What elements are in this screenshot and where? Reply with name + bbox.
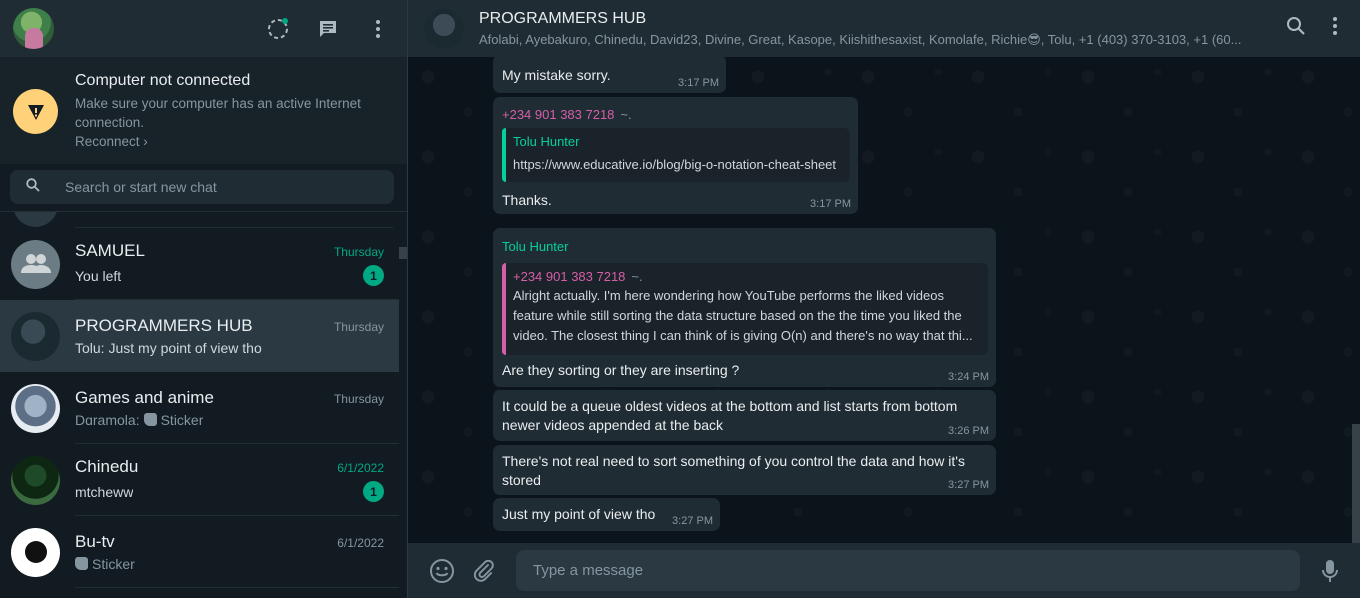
message-text: Thanks. (502, 192, 552, 208)
search-input[interactable] (65, 179, 355, 195)
chat-time: Thursday (333, 245, 384, 259)
message-bubble: It could be a queue oldest videos at the… (493, 390, 996, 441)
conversation-title: PROGRAMMERS HUB (479, 9, 647, 27)
quoted-message[interactable]: Tolu Hunter https://www.educative.io/blo… (502, 128, 850, 182)
reconnect-link[interactable]: Reconnect › (75, 132, 375, 151)
chat-avatar (11, 455, 60, 505)
chat-name: Games and anime (75, 387, 214, 407)
message-input-box[interactable] (516, 550, 1300, 591)
message-input[interactable] (533, 562, 1300, 579)
chat-list-scrollbar[interactable] (399, 247, 407, 259)
search-icon (26, 177, 40, 197)
menu-icon[interactable] (365, 16, 391, 42)
whatsapp-app: Computer not connected Make sure your co… (0, 0, 1360, 598)
message-text-line: stored (502, 472, 541, 488)
chat-list-pane: Computer not connected Make sure your co… (0, 0, 408, 598)
quote-author: Tolu Hunter (513, 134, 580, 149)
chat-list-partial-row (0, 212, 407, 228)
chat-avatar (11, 311, 60, 361)
message-time: 3:27 PM (672, 515, 713, 527)
preview-sender: Dɑramola: (75, 411, 140, 428)
search-box[interactable] (10, 170, 394, 204)
chat-time: 6/1/2022 (337, 461, 384, 475)
message-text-line: It could be a queue oldest videos at the… (502, 398, 958, 414)
quote-author: +234 901 383 7218 (513, 269, 626, 284)
chat-preview: Sticker (75, 556, 135, 572)
unread-badge: 1 (363, 481, 384, 502)
message-time: 3:26 PM (948, 425, 989, 437)
search-bar (0, 164, 407, 212)
chat-name: SAMUEL (75, 241, 145, 260)
message-sender: Tolu Hunter (502, 239, 569, 254)
chat-avatar (11, 383, 60, 433)
message-time: 3:24 PM (948, 371, 989, 383)
quote-text-line: Alright actually. I'm here wondering how… (513, 288, 944, 303)
chat-avatar (11, 527, 60, 577)
conversation-header[interactable]: PROGRAMMERS HUB Afolabi, Ayebakuro, Chin… (408, 0, 1360, 57)
chat-time: 6/1/2022 (337, 535, 384, 550)
conversation-members: Afolabi, Ayebakuro, Chinedu, David23, Di… (479, 31, 1242, 47)
message-bubble: There's not real need to sort something … (493, 445, 996, 495)
message-text-line: There's not real need to sort something … (502, 453, 965, 469)
message-bubble: +234 901 383 7218 ~. Tolu Hunter https://… (493, 97, 858, 214)
quote-text-line: video. The closest thing I can think of … (513, 328, 973, 343)
sticker-icon (143, 413, 157, 426)
chat-row-bu-tv[interactable]: Bu-tv 6/1/2022 Sticker (0, 516, 399, 588)
profile-avatar[interactable] (13, 8, 54, 49)
message-scrollbar[interactable] (1352, 424, 1360, 543)
group-avatar[interactable] (424, 8, 464, 49)
chat-name: Bu-tv (75, 531, 115, 551)
message-bubble: Just my point of view tho 3:27 PM (493, 498, 720, 531)
chat-list: SAMUEL Thursday You left 1 PROGRAMMERS H… (0, 212, 407, 598)
message-sender-tail: ~. (620, 107, 632, 122)
conversation-menu-icon[interactable] (1332, 16, 1338, 41)
preview-text: Sticker (92, 555, 135, 572)
chat-row-samuel[interactable]: SAMUEL Thursday You left 1 (0, 228, 399, 300)
emoji-icon[interactable] (428, 557, 456, 585)
new-chat-icon[interactable] (315, 16, 341, 42)
message-time: 3:27 PM (948, 479, 989, 491)
quote-text-line: feature while still sorting the data str… (513, 308, 962, 323)
message-sender: +234 901 383 7218 (502, 107, 615, 122)
conversation-pane: PROGRAMMERS HUB Afolabi, Ayebakuro, Chin… (408, 0, 1360, 598)
chat-preview: Tolu: Just my point of view tho (75, 339, 262, 356)
search-messages-icon[interactable] (1286, 16, 1306, 41)
connection-notice: Computer not connected Make sure your co… (0, 57, 407, 164)
message-text: Are they sorting or they are inserting ? (502, 362, 740, 378)
warning-icon (13, 89, 58, 134)
attach-icon[interactable] (470, 557, 498, 585)
chat-preview: Dɑramola: Sticker (75, 412, 203, 428)
chat-time: Thursday (333, 391, 384, 406)
chat-name: Chinedu (75, 457, 139, 476)
message-time: 3:17 PM (810, 198, 851, 210)
quote-author-tail: ~. (631, 269, 643, 284)
chat-row-chinedu[interactable]: Chinedu 6/1/2022 mtcheww 1 (0, 444, 399, 516)
notice-title: Computer not connected (75, 72, 251, 89)
chat-name: PROGRAMMERS HUB (75, 315, 253, 335)
chat-preview: mtcheww (75, 483, 134, 500)
message-composer (408, 543, 1360, 598)
status-icon[interactable] (265, 16, 291, 42)
quote-text: https://www.educative.io/blog/big-o-nota… (513, 157, 837, 172)
chat-preview: You left (75, 267, 122, 284)
left-header (0, 0, 407, 57)
chat-time: Thursday (333, 319, 384, 334)
quoted-message[interactable]: +234 901 383 7218 ~. Alright actually. I'… (502, 263, 988, 355)
notice-subtitle: Make sure your computer has an active In… (75, 96, 361, 130)
unread-badge: 1 (363, 265, 384, 286)
message-area: My mistake sorry. 3:17 PM +234 901 383 7… (408, 57, 1360, 543)
group-default-avatar (11, 239, 60, 289)
microphone-icon[interactable] (1316, 557, 1344, 585)
chat-row-games-and-anime[interactable]: Games and anime Thursday Dɑramola: Stick… (0, 372, 399, 444)
chat-row-programmers-hub[interactable]: PROGRAMMERS HUB Thursday Tolu: Just my p… (0, 300, 399, 372)
message-bubble: Tolu Hunter +234 901 383 7218 ~. Alright … (493, 228, 996, 387)
message-time: 3:17 PM (678, 77, 719, 89)
message-bubble: My mistake sorry. 3:17 PM (493, 57, 726, 93)
message-text-line: newer videos appended at the back (502, 417, 724, 433)
preview-text: Sticker (160, 411, 204, 428)
sticker-icon (75, 557, 88, 570)
